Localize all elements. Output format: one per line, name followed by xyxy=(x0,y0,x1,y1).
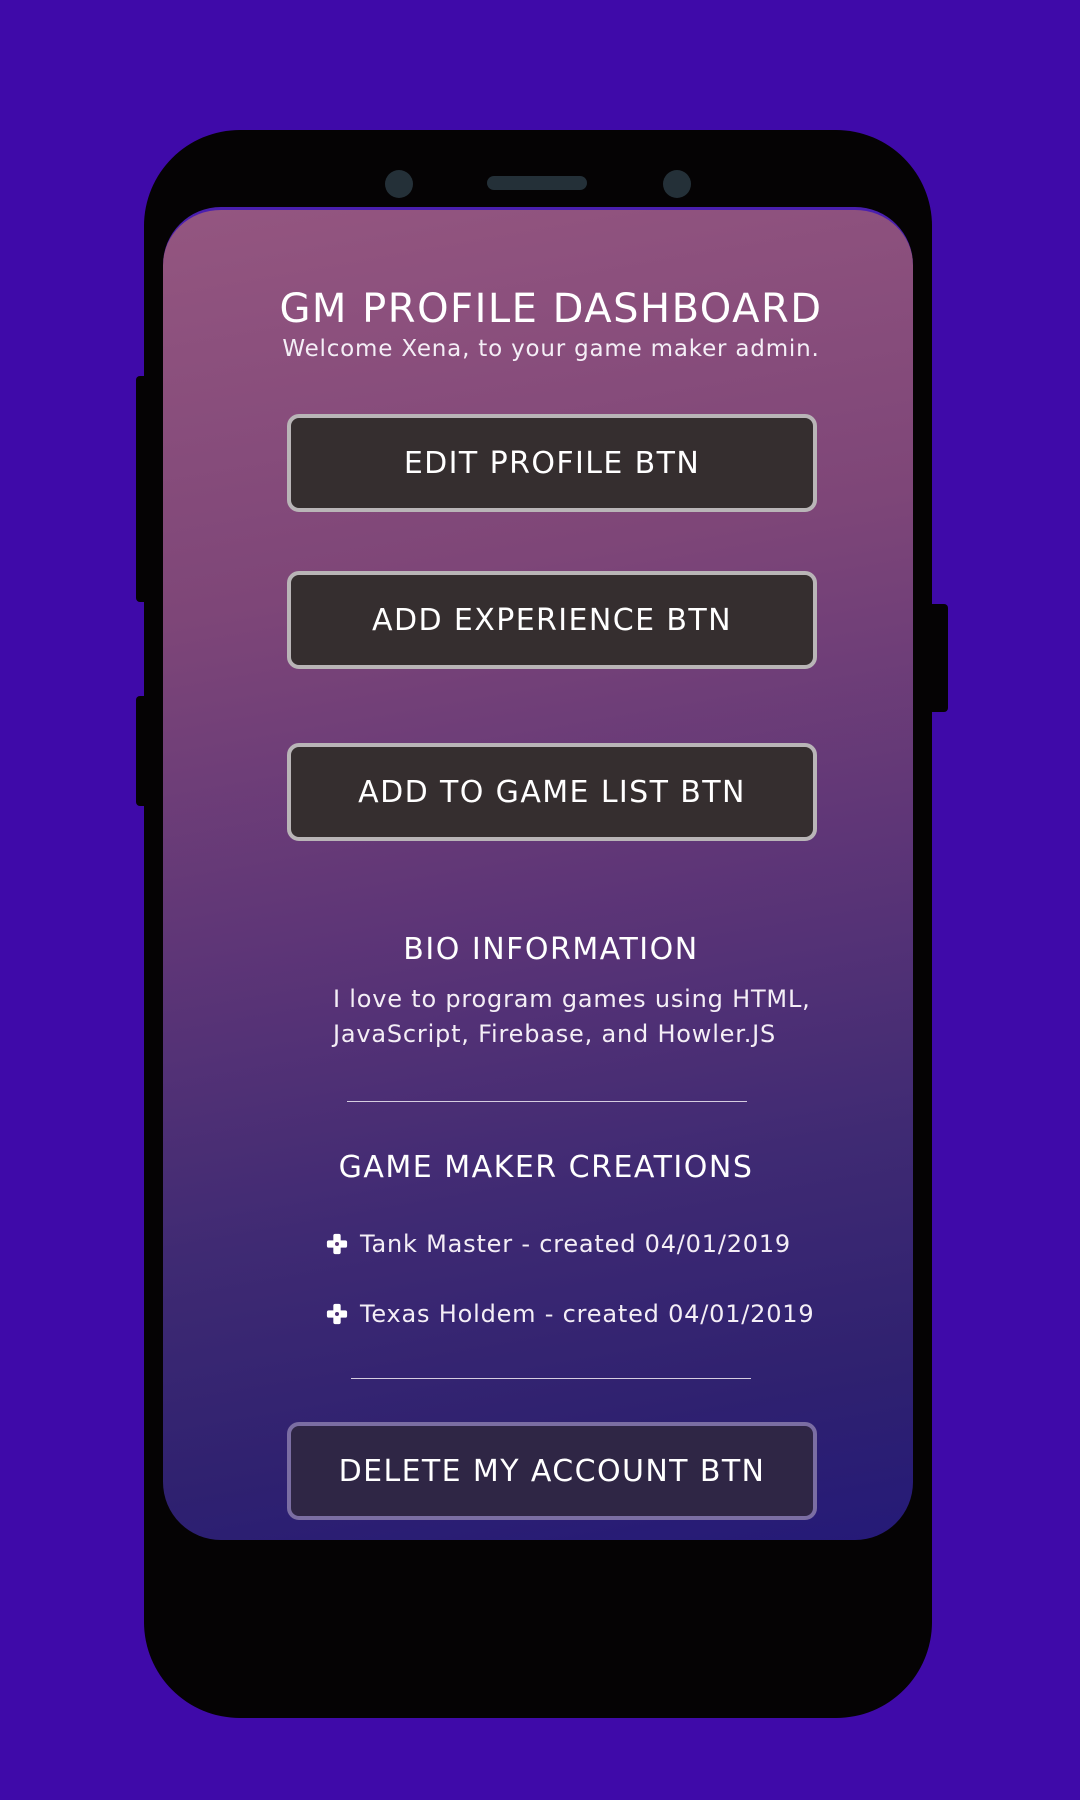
edit-profile-button[interactable]: EDIT PROFILE BTN xyxy=(287,414,817,512)
app-stage: GM PROFILE DASHBOARD Welcome Xena, to yo… xyxy=(0,0,1080,1800)
bio-text: I love to program games using HTML, Java… xyxy=(333,985,811,1048)
gamepad-icon xyxy=(326,1233,348,1255)
sensor-icon xyxy=(663,170,691,198)
dashboard-screen: GM PROFILE DASHBOARD Welcome Xena, to yo… xyxy=(163,207,913,1540)
section-divider xyxy=(347,1101,747,1102)
earpiece-speaker xyxy=(487,176,587,190)
bio-section-title: BIO INFORMATION xyxy=(403,932,699,967)
section-divider xyxy=(351,1378,751,1379)
add-experience-button[interactable]: ADD EXPERIENCE BTN xyxy=(287,571,817,669)
front-camera-icon xyxy=(385,170,413,198)
delete-account-button[interactable]: DELETE MY ACCOUNT BTN xyxy=(287,1422,817,1520)
add-to-game-list-button[interactable]: ADD TO GAME LIST BTN xyxy=(287,743,817,841)
creations-section-title: GAME MAKER CREATIONS xyxy=(338,1150,754,1185)
page-title: GM PROFILE DASHBOARD xyxy=(279,286,823,332)
creation-label: Texas Holdem - created 04/01/2019 xyxy=(360,1300,815,1328)
welcome-subtitle: Welcome Xena, to your game maker admin. xyxy=(282,336,820,362)
gamepad-icon xyxy=(326,1303,348,1325)
creation-list-item: Tank Master - created 04/01/2019 xyxy=(326,1224,791,1264)
creation-label: Tank Master - created 04/01/2019 xyxy=(360,1230,791,1258)
creation-list-item: Texas Holdem - created 04/01/2019 xyxy=(326,1294,814,1334)
